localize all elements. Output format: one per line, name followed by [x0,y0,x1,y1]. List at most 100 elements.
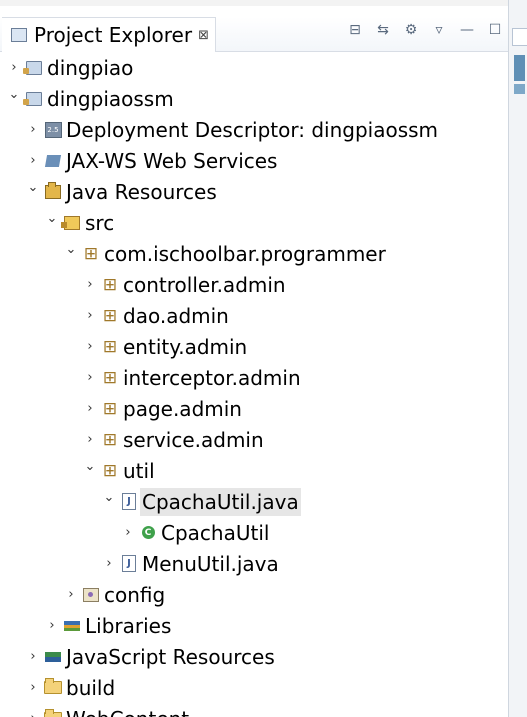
chevron-right-icon[interactable]: › [26,680,40,695]
project-explorer-icon [10,26,28,44]
tree-item[interactable]: › config [0,579,508,610]
project-tree: › dingpiao ⌄ dingpiaossm › 2.5 Deployment Desc… [0,52,508,717]
filter-icon[interactable]: ⚙ [402,21,420,39]
chevron-down-icon[interactable]: ⌄ [64,242,78,257]
package-icon: ⊞ [102,336,118,357]
tree-item-label: entity.admin [123,334,248,359]
tree-item[interactable]: › ⊞ entity.admin [0,331,508,362]
tree-item[interactable]: › Libraries [0,610,508,641]
tree-item[interactable]: ⌄ J CpachaUtil.java [0,486,508,517]
tree-item-label: Libraries [85,613,172,638]
tree-item-label: page.admin [123,396,242,421]
tree-item[interactable]: › dingpiao [0,52,508,83]
tree-item-label: dingpiaossm [47,86,174,111]
view-tab-bar: Project Explorer ⊠ ⊟ ⇆ ⚙ ▿ — ☐ [0,17,508,52]
deployment-descriptor-icon: 2.5 [44,121,62,139]
scrollbar-thumb-secondary[interactable] [514,84,525,94]
package-icon: ⊞ [83,243,99,264]
java-file-icon: J [120,493,138,511]
minimized-view-tab[interactable] [512,28,527,46]
tree-item-label: JAX-WS Web Services [66,148,278,173]
chevron-right-icon[interactable]: › [83,401,97,416]
tree-item[interactable]: ⌄ src [0,207,508,238]
tree-item[interactable]: › 2.5 Deployment Descriptor: dingpiaossm [0,114,508,145]
tree-item-label: dao.admin [123,303,229,328]
chevron-right-icon[interactable]: › [83,432,97,447]
link-with-editor-icon[interactable]: ⇆ [374,21,392,39]
minimize-icon[interactable]: — [458,21,476,39]
chevron-right-icon[interactable]: › [7,60,21,75]
tree-item-label: dingpiao [47,55,134,80]
chevron-right-icon[interactable]: › [26,711,40,717]
tree-item[interactable]: › JavaScript Resources [0,641,508,672]
tree-item[interactable]: › ⊞ controller.admin [0,269,508,300]
tree-item-label: interceptor.admin [123,365,301,390]
folder-icon [44,709,62,717]
tree-item[interactable]: › ⊞ interceptor.admin [0,362,508,393]
java-resources-icon [44,181,62,201]
package-icon: ⊞ [102,460,118,481]
folder-icon [44,678,62,697]
chevron-right-icon[interactable]: › [64,587,78,602]
config-folder-icon [82,586,100,604]
chevron-right-icon[interactable]: › [102,556,116,571]
project-explorer-tab[interactable]: Project Explorer ⊠ [2,17,216,52]
chevron-right-icon[interactable]: › [83,277,97,292]
tree-item-label: JavaScript Resources [66,644,275,669]
close-view-icon[interactable]: ⊠ [198,28,209,43]
tree-item[interactable]: ⌄ ⊞ com.ischoolbar.programmer [0,238,508,269]
chevron-right-icon[interactable]: › [26,122,40,137]
package-icon: ⊞ [102,305,118,326]
top-toolbar-strip [0,0,527,6]
tree-item-label: service.admin [123,427,264,452]
tree-item-label: src [85,210,115,235]
tree-item-label: util [123,458,155,483]
chevron-right-icon[interactable]: › [83,339,97,354]
project-icon [23,59,43,77]
tree-item[interactable]: › C CpachaUtil [0,517,508,548]
chevron-right-icon[interactable]: › [121,525,135,540]
class-icon: C [139,524,157,542]
package-icon: ⊞ [102,429,118,450]
tree-item[interactable]: › ⊞ page.admin [0,393,508,424]
right-side-panel [508,0,527,717]
package-icon: ⊞ [102,274,118,295]
tree-item[interactable]: ⌄ Java Resources [0,176,508,207]
tree-item-label: controller.admin [123,272,286,297]
chevron-down-icon[interactable]: ⌄ [26,180,40,195]
chevron-right-icon[interactable]: › [26,153,40,168]
tree-item-label: CpachaUtil.java [140,487,301,516]
tree-item[interactable]: › ⊞ service.admin [0,424,508,455]
project-icon [23,90,43,108]
tree-item-label: com.ischoolbar.programmer [104,241,386,266]
collapse-all-icon[interactable]: ⊟ [346,21,364,39]
chevron-down-icon[interactable]: ⌄ [45,211,59,226]
tree-item-label: Deployment Descriptor: dingpiaossm [66,117,439,142]
package-icon: ⊞ [102,398,118,419]
tree-item[interactable]: › ⊞ dao.admin [0,300,508,331]
source-folder-icon [61,214,81,232]
chevron-down-icon[interactable]: ⌄ [7,87,21,102]
tree-item-label: Java Resources [66,179,217,204]
maximize-icon[interactable]: ☐ [486,21,504,39]
view-title: Project Explorer [34,23,193,47]
tree-item-label: build [66,675,116,700]
tree-item-label: WebContent [64,705,191,717]
chevron-right-icon[interactable]: › [45,618,59,633]
tree-item[interactable]: ⌄ dingpiaossm [0,83,508,114]
chevron-down-icon[interactable]: ⌄ [83,459,97,474]
scrollbar-thumb[interactable] [514,55,525,81]
tree-item[interactable]: › J MenuUtil.java [0,548,508,579]
tree-item[interactable]: › WebContent [0,703,508,717]
chevron-right-icon[interactable]: › [83,370,97,385]
chevron-right-icon[interactable]: › [26,649,40,664]
libraries-icon [63,617,81,635]
chevron-down-icon[interactable]: ⌄ [102,490,116,505]
tree-item[interactable]: › build [0,672,508,703]
tree-item[interactable]: ⌄ ⊞ util [0,455,508,486]
view-menu-icon[interactable]: ▿ [430,21,448,39]
tree-item[interactable]: › JAX-WS Web Services [0,145,508,176]
web-services-icon [44,152,62,170]
chevron-right-icon[interactable]: › [83,308,97,323]
tree-item-label: CpachaUtil [161,520,270,545]
